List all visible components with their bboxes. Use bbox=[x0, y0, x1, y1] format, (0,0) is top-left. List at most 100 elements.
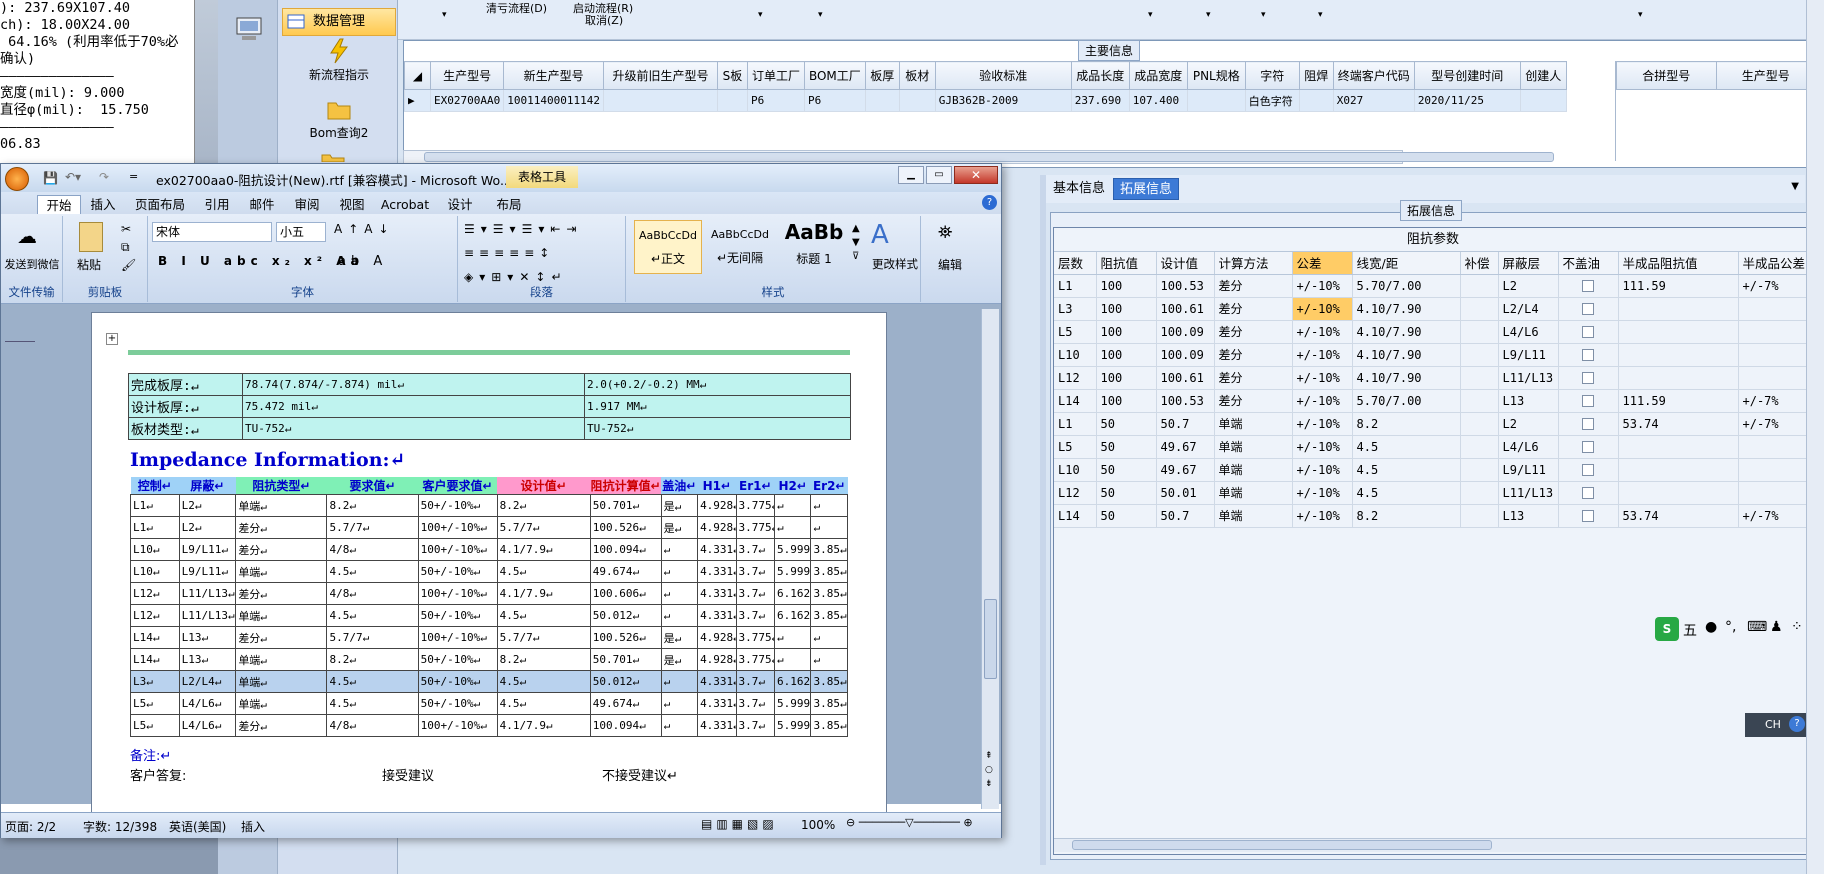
grid-cell[interactable]: 单端 bbox=[1214, 481, 1293, 505]
imp-cell[interactable]: 8.2↵ bbox=[326, 648, 419, 671]
no-cover-oil-checkbox[interactable] bbox=[1582, 510, 1594, 522]
office-button[interactable] bbox=[5, 167, 29, 191]
imp-cell[interactable]: ↵ bbox=[773, 626, 812, 649]
table-row[interactable]: L5 100 100.09 差分 +/-10% 4.10/7.90 L4/L6 bbox=[1054, 320, 1809, 344]
word-count[interactable]: 字数: 12/398 bbox=[83, 818, 157, 835]
imp-cell[interactable]: 4.5↵ bbox=[496, 604, 591, 627]
info-cell[interactable]: TU-752↵ bbox=[242, 417, 585, 440]
imp-cell[interactable]: 100+/-10%↵ bbox=[417, 538, 498, 561]
grid-cell[interactable]: L13 bbox=[1498, 389, 1559, 413]
view-buttons[interactable]: ▤▥▦▧▨ bbox=[701, 817, 778, 831]
imp-cell[interactable]: ↵ bbox=[660, 604, 699, 627]
imp-cell[interactable]: 3.7↵ bbox=[735, 604, 776, 627]
help-icon[interactable]: ? bbox=[1789, 716, 1805, 732]
main-cell[interactable] bbox=[602, 89, 718, 112]
grid-cell[interactable]: 差分 bbox=[1214, 366, 1293, 390]
grid-cell[interactable] bbox=[1460, 389, 1499, 413]
minimize-button[interactable]: ▁ bbox=[898, 166, 924, 184]
grid-cell[interactable] bbox=[1738, 481, 1809, 505]
grid-cell[interactable]: L13 bbox=[1498, 504, 1559, 528]
grid-cell[interactable] bbox=[1460, 504, 1499, 528]
grid-cell[interactable]: L5 bbox=[1054, 435, 1097, 459]
maximize-button[interactable]: ▭ bbox=[926, 166, 952, 184]
imp-cell[interactable]: 5.7/7↵ bbox=[326, 626, 419, 649]
grid-cell[interactable]: 4.10/7.90 bbox=[1352, 366, 1461, 390]
font-size-select[interactable]: 小五 bbox=[276, 222, 326, 242]
user-icon[interactable]: ♟ bbox=[1770, 619, 1783, 635]
main-cell[interactable]: 107.400 bbox=[1128, 89, 1188, 112]
table-row[interactable]: L3 100 100.61 差分 +/-10% 4.10/7.90 L2/L4 bbox=[1054, 297, 1809, 321]
dropdown-arrow-icon[interactable]: ▾ bbox=[818, 10, 823, 20]
no-cover-oil-checkbox[interactable] bbox=[1582, 487, 1594, 499]
highlight-color-icon[interactable]: ab A bbox=[338, 254, 387, 269]
col-header[interactable]: 设计值 bbox=[1156, 252, 1215, 275]
document-vscrollbar[interactable]: ⇞ ○ ⇟ bbox=[981, 309, 999, 809]
grid-cell[interactable]: 差分 bbox=[1214, 274, 1293, 298]
grid-cell[interactable]: 单端 bbox=[1214, 412, 1293, 436]
shading-border-icons[interactable]: ◈▾⊞▾✕↕↵ bbox=[464, 270, 568, 284]
menu-item-cancel[interactable]: 取消(Z) bbox=[585, 12, 623, 28]
col-header[interactable]: 验收标准 bbox=[934, 61, 1072, 90]
ime-mode[interactable]: 五 bbox=[1683, 620, 1697, 640]
keyboard-icon[interactable]: ⌨ bbox=[1747, 619, 1767, 635]
table-row[interactable]: L12 100 100.61 差分 +/-10% 4.10/7.90 L11/L13 bbox=[1054, 366, 1809, 390]
grid-cell[interactable]: 100 bbox=[1096, 366, 1157, 390]
imp-cell[interactable]: L14↵ bbox=[130, 626, 180, 649]
imp-cell[interactable]: 是↵ bbox=[660, 494, 699, 517]
imp-cell[interactable]: L12↵ bbox=[130, 582, 180, 605]
grid-cell[interactable]: +/-10% bbox=[1292, 274, 1353, 298]
grid-cell[interactable]: 4.5 bbox=[1352, 435, 1461, 459]
grid-cell[interactable]: L10 bbox=[1054, 343, 1097, 367]
imp-cell[interactable]: 差分↵ bbox=[235, 626, 328, 649]
imp-cell[interactable]: 5.7/7↵ bbox=[496, 516, 591, 539]
imp-cell[interactable]: 4.331↵ bbox=[697, 538, 737, 561]
scroll-thumb[interactable] bbox=[424, 152, 1554, 162]
imp-col-header[interactable]: 盖油↵ bbox=[661, 477, 698, 495]
col-header[interactable]: 创建人 bbox=[1519, 61, 1567, 90]
grid-hscrollbar[interactable] bbox=[1054, 838, 1810, 852]
table-row[interactable]: L10↵ L9/L11↵ 单端↵ 4.5↵ 50+/-10%↵ 4.5↵ 49.674↵ ↵ 4… bbox=[130, 560, 848, 583]
imp-cell[interactable]: ↵ bbox=[660, 582, 699, 605]
col-header[interactable]: 半成品阻抗值 bbox=[1618, 252, 1739, 275]
imp-cell[interactable]: 6.162↵ bbox=[773, 670, 812, 693]
grid-cell[interactable]: +/-10% bbox=[1292, 412, 1353, 436]
grid-cell[interactable]: L14 bbox=[1054, 504, 1097, 528]
main-cell[interactable]: X027 bbox=[1332, 89, 1415, 112]
main-cell[interactable]: P6 bbox=[803, 89, 866, 112]
imp-cell[interactable]: 50+/-10%↵ bbox=[417, 692, 498, 715]
imp-cell[interactable]: ↵ bbox=[660, 670, 699, 693]
imp-col-header[interactable]: 设计值↵ bbox=[497, 477, 591, 495]
imp-cell[interactable]: 3.775↵ bbox=[735, 626, 776, 649]
imp-cell[interactable]: 4.5↵ bbox=[326, 604, 419, 627]
info-cell[interactable]: 板材类型:↵ bbox=[128, 417, 243, 440]
imp-cell[interactable]: 4.331↵ bbox=[697, 582, 737, 605]
imp-cell[interactable]: 3.85↵ bbox=[810, 560, 848, 583]
imp-col-header[interactable]: Er2↵ bbox=[810, 477, 848, 495]
no-cover-oil-checkbox[interactable] bbox=[1582, 326, 1594, 338]
grid-cell[interactable] bbox=[1460, 343, 1499, 367]
table-row[interactable]: L5↵ L4/L6↵ 单端↵ 4.5↵ 50+/-10%↵ 4.5↵ 49.674↵ ↵ 4.3… bbox=[130, 692, 848, 715]
imp-cell[interactable]: L5↵ bbox=[130, 692, 180, 715]
imp-cell[interactable]: 4.331↵ bbox=[697, 692, 737, 715]
imp-cell[interactable]: 50+/-10%↵ bbox=[417, 604, 498, 627]
imp-col-header[interactable]: 客户要求值↵ bbox=[418, 477, 498, 495]
qat-customize-icon[interactable]: = bbox=[129, 170, 138, 183]
grid-cell[interactable]: 50.7 bbox=[1156, 504, 1215, 528]
page-indicator[interactable]: 页面: 2/2 bbox=[5, 818, 56, 835]
grid-cell[interactable]: L12 bbox=[1054, 481, 1097, 505]
imp-cell[interactable]: ↵ bbox=[660, 714, 699, 737]
col-header[interactable]: 成品长度 bbox=[1070, 61, 1130, 90]
grid-cell[interactable] bbox=[1618, 297, 1739, 321]
computer-icon[interactable] bbox=[234, 14, 264, 44]
imp-cell[interactable]: 4.928↵ bbox=[697, 516, 737, 539]
table-move-handle[interactable]: + bbox=[106, 333, 118, 345]
imp-cell[interactable]: ↵ bbox=[810, 626, 848, 649]
insert-mode[interactable]: 插入 bbox=[241, 818, 265, 835]
info-cell[interactable]: 设计板厚:↵ bbox=[128, 395, 243, 418]
close-button[interactable]: ✕ bbox=[954, 166, 998, 184]
align-icons[interactable]: ≡≡≡≡≡↕ bbox=[464, 246, 554, 260]
table-row[interactable]: L5 50 49.67 单端 +/-10% 4.5 L4/L6 bbox=[1054, 435, 1809, 459]
grid-cell[interactable]: 100.09 bbox=[1156, 343, 1215, 367]
imp-cell[interactable]: 3.775↵ bbox=[735, 494, 776, 517]
dropdown-arrow-icon[interactable]: ▾ bbox=[1638, 10, 1643, 20]
